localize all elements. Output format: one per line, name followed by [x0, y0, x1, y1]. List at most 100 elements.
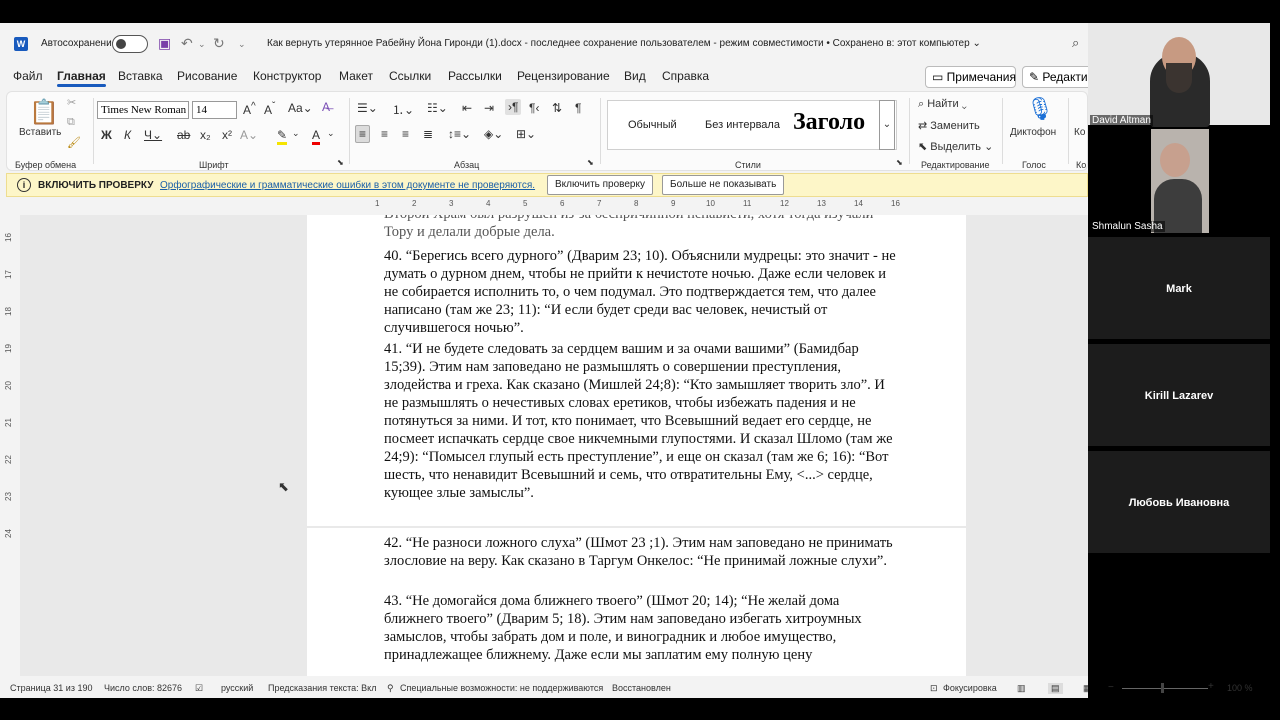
grow-font-icon[interactable]: A^	[243, 101, 256, 117]
text-predictions[interactable]: Предсказания текста: Вкл	[268, 683, 376, 693]
search-icon[interactable]: ⌕	[1072, 35, 1079, 51]
highlight-dropdown-icon[interactable]: ⌄	[292, 128, 300, 139]
extra-button-label[interactable]: Ко	[1074, 127, 1085, 138]
decrease-indent-icon[interactable]: ⇤	[462, 101, 472, 115]
paragraph-text[interactable]: 41. “И не будете следовать за сердцем ва…	[384, 340, 899, 502]
participant-tile[interactable]: Любовь Ивановна	[1088, 451, 1270, 555]
replace-button[interactable]: ⇄ Заменить	[918, 119, 980, 132]
zoom-out-icon[interactable]: −	[1108, 682, 1114, 693]
participant-tile[interactable]: Shmalun Sasha	[1088, 129, 1270, 233]
strikethrough-icon[interactable]: ab	[177, 128, 190, 142]
paragraph-text[interactable]: 43. “Не домогайся дома ближнего твоего” …	[384, 592, 899, 664]
tab-home[interactable]: Главная	[57, 69, 106, 87]
participant-tile[interactable]: David Altman	[1088, 23, 1270, 127]
borders-icon[interactable]: ⊞⌄	[516, 127, 536, 141]
tab-view[interactable]: Вид	[624, 69, 646, 83]
zoom-level[interactable]: 100 %	[1227, 683, 1253, 693]
change-case-icon[interactable]: Aa⌄	[288, 101, 313, 115]
paragraph-dialog-launcher-icon[interactable]: ⬊	[587, 158, 594, 167]
save-icon[interactable]: ▣	[158, 35, 171, 52]
document-page[interactable]: 42. “Не разноси ложного слуха” (Шмот 23 …	[307, 528, 966, 676]
dismiss-info-button[interactable]: Больше не показывать	[662, 175, 785, 195]
proofing-icon[interactable]: ☑	[195, 683, 203, 694]
styles-more-icon[interactable]: ⌄	[879, 100, 895, 150]
font-name-select[interactable]: Times New Roman	[97, 101, 189, 119]
customize-toolbar-icon[interactable]: ⌄	[238, 39, 246, 50]
language-indicator[interactable]: русский	[221, 683, 253, 693]
tab-mailings[interactable]: Рассылки	[448, 69, 502, 83]
participant-tile[interactable]: Kirill Lazarev	[1088, 344, 1270, 448]
redo-icon[interactable]: ↻	[213, 35, 225, 52]
highlight-icon[interactable]: ✎	[277, 128, 288, 145]
tab-review[interactable]: Рецензирование	[517, 69, 610, 83]
find-button[interactable]: ⌕ Найти ⌄	[918, 98, 967, 111]
copy-icon[interactable]: ⧉	[67, 116, 75, 129]
paste-icon[interactable]: 📋	[29, 98, 59, 127]
rtl-icon[interactable]: ¶‹	[529, 101, 539, 115]
shading-icon[interactable]: ◈⌄	[484, 127, 503, 141]
zoom-in-icon[interactable]: +	[1208, 681, 1214, 692]
font-color-icon[interactable]: A	[312, 128, 321, 145]
vertical-ruler[interactable]: 16 17 18 19 20 21 22 23 24	[4, 213, 16, 543]
tab-insert[interactable]: Вставка	[118, 69, 163, 83]
tab-design[interactable]: Конструктор	[253, 69, 321, 83]
bold-icon[interactable]: Ж	[101, 128, 112, 142]
dictate-label[interactable]: Диктофон	[1010, 127, 1056, 138]
justify-icon[interactable]: ≣	[423, 127, 433, 141]
font-color-dropdown-icon[interactable]: ⌄	[327, 128, 335, 139]
tab-file[interactable]: Файл	[13, 69, 43, 83]
word-count[interactable]: Число слов: 82676	[104, 683, 182, 693]
underline-icon[interactable]: Ч⌄	[144, 128, 162, 142]
shrink-font-icon[interactable]: Aˇ	[264, 101, 275, 117]
comments-button[interactable]: ▭ Примечания	[925, 66, 1016, 88]
text-direction-icon[interactable]: ›¶	[505, 99, 522, 115]
align-left-icon[interactable]: ≡	[355, 125, 371, 143]
zoom-slider[interactable]	[1122, 688, 1208, 689]
zoom-slider-thumb[interactable]	[1161, 683, 1164, 693]
read-mode-icon[interactable]: ▥	[1017, 683, 1026, 694]
accessibility-status[interactable]: Специальные возможности: не поддерживают…	[400, 683, 603, 693]
tab-layout[interactable]: Макет	[339, 69, 373, 83]
paragraph-text[interactable]: Второй Храм был разрушен из-за беспричин…	[384, 215, 899, 241]
select-button[interactable]: ⬉ Выделить ⌄	[918, 140, 993, 153]
tab-references[interactable]: Ссылки	[389, 69, 431, 83]
superscript-icon[interactable]: x²	[222, 128, 232, 142]
document-canvas[interactable]: Второй Храм был разрушен из-за беспричин…	[20, 215, 1088, 676]
editing-mode-button[interactable]: ✎ Редактир	[1022, 66, 1088, 88]
sort-icon[interactable]: ⇅	[552, 101, 562, 115]
font-dialog-launcher-icon[interactable]: ⬊	[337, 158, 344, 167]
print-layout-icon[interactable]: ▤	[1048, 683, 1063, 694]
line-spacing-icon[interactable]: ↕≡⌄	[448, 127, 471, 141]
align-right-icon[interactable]: ≡	[402, 127, 409, 141]
format-painter-icon[interactable]: 🖌	[67, 136, 81, 149]
undo-icon[interactable]: ↶	[181, 35, 193, 52]
style-no-spacing[interactable]: Без интервала	[705, 119, 780, 131]
autosave-toggle[interactable]	[112, 35, 148, 53]
bullets-icon[interactable]: ☰⌄	[357, 101, 378, 115]
undo-dropdown-icon[interactable]: ⌄	[198, 39, 206, 50]
text-effects-icon[interactable]: A⌄	[240, 128, 258, 142]
microphone-icon[interactable]: 🎙	[1026, 96, 1054, 122]
paragraph-text[interactable]: 40. “Берегись всего дурного” (Дварим 23;…	[384, 247, 899, 337]
focus-button[interactable]: Фокусировка	[943, 683, 997, 693]
show-marks-icon[interactable]: ¶	[575, 101, 581, 115]
increase-indent-icon[interactable]: ⇥	[484, 101, 494, 115]
page-count[interactable]: Страница 31 из 190	[10, 683, 92, 693]
styles-dialog-launcher-icon[interactable]: ⬊	[896, 158, 903, 167]
horizontal-ruler[interactable]: 1 2 3 4 5 6 7 8 9 10 11 12 13 14 16	[310, 199, 960, 209]
participant-tile[interactable]: Mark	[1088, 237, 1270, 341]
cut-icon[interactable]: ✂	[67, 96, 76, 109]
enable-proofing-button[interactable]: Включить проверку	[547, 175, 653, 195]
document-title[interactable]: Как вернуть утерянное Рабейну Йона Гирон…	[267, 38, 981, 49]
style-heading-1[interactable]: Заголо	[793, 109, 865, 136]
align-center-icon[interactable]: ≡	[381, 127, 388, 141]
subscript-icon[interactable]: x₂	[200, 128, 211, 142]
tab-help[interactable]: Справка	[662, 69, 709, 83]
paragraph-text[interactable]: 42. “Не разноси ложного слуха” (Шмот 23 …	[384, 534, 899, 570]
clear-formatting-icon[interactable]: A̶	[322, 100, 330, 114]
info-bar-message[interactable]: Орфографические и грамматические ошибки …	[160, 180, 535, 191]
paste-label[interactable]: Вставить	[19, 127, 61, 138]
italic-icon[interactable]: К	[124, 128, 131, 142]
numbering-icon[interactable]: ⒈⌄	[392, 101, 414, 118]
web-layout-icon[interactable]: ▦	[1083, 683, 1088, 694]
